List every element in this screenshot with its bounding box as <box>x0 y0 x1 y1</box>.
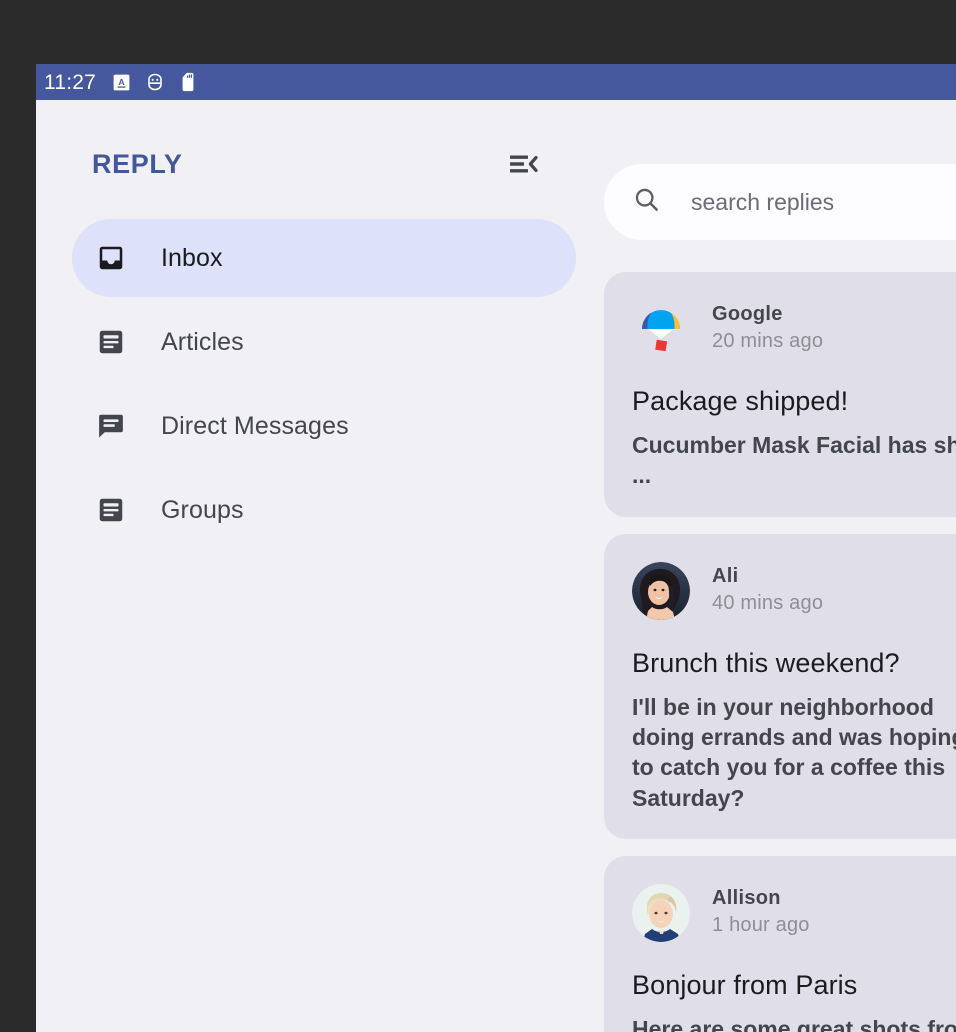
sender-block: Ali 40 mins ago <box>712 564 823 618</box>
avatar <box>632 562 690 620</box>
sidebar-item-articles[interactable]: Articles <box>72 303 576 381</box>
email-timestamp: 20 mins ago <box>712 327 823 356</box>
email-subject: Package shipped! <box>632 386 956 417</box>
sender-name: Allison <box>712 886 810 911</box>
sidebar-nav-list: Inbox Articles <box>36 219 604 549</box>
device-screen: 11:27 A <box>36 64 956 1032</box>
menu-open-icon[interactable] <box>506 146 542 182</box>
status-bar: 11:27 A <box>36 64 956 100</box>
email-card-header: Google 20 mins ago <box>632 300 956 358</box>
status-bar-clock: 11:27 <box>44 72 96 93</box>
inbox-icon <box>96 243 126 273</box>
article-icon <box>96 327 126 357</box>
email-subject: Bonjour from Paris <box>632 970 956 1001</box>
chat-bubble-icon <box>96 411 126 441</box>
sidebar-item-groups[interactable]: Groups <box>72 471 576 549</box>
search-input[interactable]: search replies <box>691 189 834 216</box>
email-card[interactable]: Allison 1 hour ago Bonjour from Paris He… <box>604 856 956 1032</box>
sidebar-item-direct-messages[interactable]: Direct Messages <box>72 387 576 465</box>
email-card-header: Allison 1 hour ago <box>632 884 956 942</box>
email-card-header: Ali 40 mins ago <box>632 562 956 620</box>
android-head-icon <box>145 72 165 92</box>
sender-name: Ali <box>712 564 823 589</box>
navigation-sidebar: REPLY Inbo <box>36 100 604 1032</box>
app-brand-title: REPLY <box>92 149 183 180</box>
email-preview: Here are some great shots from my trip..… <box>632 1014 956 1032</box>
sender-name: Google <box>712 302 823 327</box>
sidebar-item-label: Direct Messages <box>161 412 349 441</box>
search-bar[interactable]: search replies <box>604 164 956 240</box>
email-preview-ellipsis: ... <box>632 460 956 490</box>
sidebar-item-inbox[interactable]: Inbox <box>72 219 576 297</box>
search-icon <box>632 185 661 219</box>
email-preview: Cucumber Mask Facial has shipped. <box>632 430 956 460</box>
sender-block: Allison 1 hour ago <box>712 886 810 940</box>
sidebar-item-label: Articles <box>161 328 244 357</box>
sidebar-item-label: Groups <box>161 496 244 525</box>
sidebar-item-label: Inbox <box>161 244 223 273</box>
email-card[interactable]: Google 20 mins ago Package shipped! Cucu… <box>604 272 956 517</box>
email-subject: Brunch this weekend? <box>632 648 956 679</box>
sender-block: Google 20 mins ago <box>712 302 823 356</box>
article-icon <box>96 495 126 525</box>
app-body: REPLY Inbo <box>36 100 956 1032</box>
email-card-list: Google 20 mins ago Package shipped! Cucu… <box>604 272 956 1032</box>
email-list-pane: search replies <box>604 100 956 1032</box>
email-timestamp: 1 hour ago <box>712 911 810 940</box>
email-card[interactable]: Ali 40 mins ago Brunch this weekend? I'l… <box>604 534 956 839</box>
email-timestamp: 40 mins ago <box>712 589 823 618</box>
parachute-illustration-avatar <box>632 300 690 358</box>
status-bar-icons: A <box>112 72 197 92</box>
text-a-badge-icon: A <box>112 73 131 92</box>
sd-card-icon <box>179 72 197 92</box>
avatar <box>632 884 690 942</box>
email-preview: I'll be in your neighborhood doing erran… <box>632 692 956 813</box>
sidebar-header: REPLY <box>36 138 604 190</box>
svg-text:A: A <box>118 76 125 86</box>
